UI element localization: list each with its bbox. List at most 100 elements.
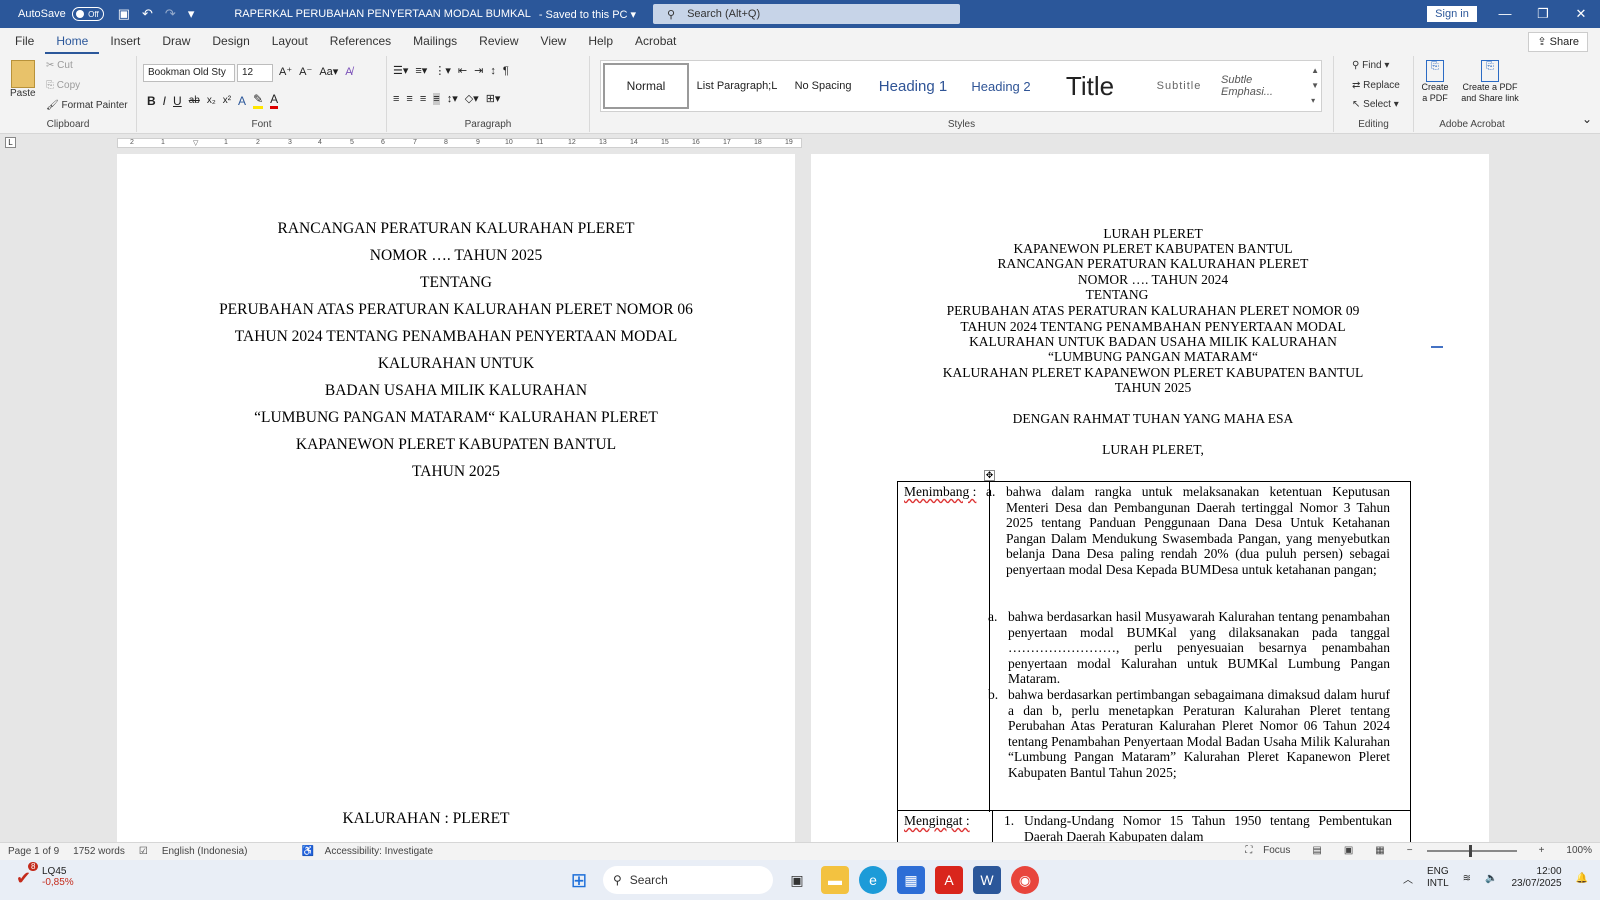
style-subtle-emphasis[interactable]: Subtle Emphasi...: [1221, 63, 1305, 109]
page-2[interactable]: LURAH PLERET KAPANEWON PLERET KABUPATEN …: [811, 154, 1489, 842]
close-icon[interactable]: ✕: [1562, 0, 1600, 28]
tab-mailings[interactable]: Mailings: [402, 28, 468, 54]
share-button[interactable]: ⇪ Share: [1528, 32, 1588, 52]
align-left-icon[interactable]: ≡: [393, 93, 399, 105]
tab-review[interactable]: Review: [468, 28, 529, 54]
page-1[interactable]: RANCANGAN PERATURAN KALURAHAN PLERET NOM…: [117, 154, 795, 842]
save-icon[interactable]: ▣: [118, 6, 130, 22]
taskbar-search[interactable]: ⚲ Search: [603, 866, 773, 894]
style-normal[interactable]: Normal: [603, 63, 689, 109]
subscript-icon[interactable]: x₂: [207, 95, 216, 106]
tab-design[interactable]: Design: [201, 28, 260, 54]
comment-marker[interactable]: [1431, 346, 1443, 348]
word-count[interactable]: 1752 words: [73, 846, 125, 857]
cut-button[interactable]: ✂ Cut: [46, 60, 73, 71]
wifi-icon[interactable]: ≋: [1463, 873, 1471, 884]
ruler-bar[interactable]: 2 1 ▽ 1 2 3 4 5 6 7 8 9 10 11 12 13 14 15 16 17 18 19: [117, 138, 802, 148]
create-share-button[interactable]: ⎘ Create a PDF and Share link: [1454, 60, 1526, 104]
tab-help[interactable]: Help: [577, 28, 624, 54]
justify-icon[interactable]: ≡: [433, 92, 440, 105]
shading-icon[interactable]: ◇▾: [465, 92, 479, 105]
format-painter-button[interactable]: 🖌 Format Painter: [46, 100, 128, 111]
search-box[interactable]: ⚲ Search (Alt+Q): [653, 4, 960, 24]
style-subtitle[interactable]: Subtitle: [1139, 63, 1219, 109]
styles-scroll[interactable]: ▲ ▼ ▾: [1311, 63, 1319, 108]
paste-button[interactable]: Paste: [10, 60, 36, 99]
style-title[interactable]: Title: [1045, 63, 1135, 109]
italic-icon[interactable]: I: [163, 94, 166, 108]
tab-file[interactable]: File: [4, 28, 45, 54]
web-layout-icon[interactable]: ▦: [1375, 845, 1384, 856]
zoom-out-icon[interactable]: −: [1407, 845, 1413, 856]
chrome-icon[interactable]: ◉: [1011, 866, 1039, 894]
tab-references[interactable]: References: [319, 28, 402, 54]
tab-acrobat[interactable]: Acrobat: [624, 28, 687, 54]
file-explorer-icon[interactable]: ▬: [821, 866, 849, 894]
bold-icon[interactable]: B: [147, 94, 156, 108]
change-case-icon[interactable]: Aa▾: [319, 65, 338, 78]
select-button[interactable]: ↖ Select ▾: [1352, 99, 1399, 110]
sign-in-button[interactable]: Sign in: [1427, 6, 1477, 22]
stock-widget[interactable]: ✔ 8 LQ45 -0,85%: [16, 862, 74, 888]
highlight-icon[interactable]: ✎: [253, 92, 264, 109]
font-size-select[interactable]: 12: [237, 64, 273, 82]
task-view-icon[interactable]: ▣: [783, 866, 811, 894]
mengingat-table[interactable]: Mengingat : 1. Undang-Undang Nomor 15 Ta…: [897, 810, 1411, 842]
undo-icon[interactable]: ↶: [142, 6, 153, 22]
zoom-in-icon[interactable]: +: [1539, 845, 1545, 856]
save-status[interactable]: - Saved to this PC ▾: [539, 8, 636, 21]
autosave-toggle[interactable]: Off: [71, 7, 104, 21]
clock[interactable]: 12:00 23/07/2025: [1511, 866, 1561, 890]
customize-qat-icon[interactable]: ▾: [188, 6, 195, 22]
align-center-icon[interactable]: ≡: [406, 93, 412, 105]
accessibility-status[interactable]: ♿ Accessibility: Investigate: [301, 846, 433, 857]
print-layout-icon[interactable]: ▣: [1344, 845, 1353, 856]
redo-icon[interactable]: ↷: [165, 6, 176, 22]
zoom-slider[interactable]: [1426, 844, 1517, 857]
decrease-indent-icon[interactable]: ⇤: [458, 64, 467, 77]
find-button[interactable]: ⚲ Find ▾: [1352, 60, 1389, 71]
font-color-icon[interactable]: A: [270, 92, 279, 109]
notifications-icon[interactable]: 🔔: [1576, 873, 1588, 884]
menimbang-table[interactable]: Menimbang : ✥ a. bahwa dalam rangka untu…: [897, 470, 1411, 812]
grow-font-icon[interactable]: A⁺: [279, 65, 292, 78]
show-marks-icon[interactable]: ¶: [503, 65, 509, 77]
minimize-icon[interactable]: —: [1486, 0, 1524, 28]
tab-draw[interactable]: Draw: [151, 28, 201, 54]
zoom-level[interactable]: 100%: [1566, 845, 1592, 856]
style-no-spacing[interactable]: No Spacing: [783, 63, 863, 109]
bullets-icon[interactable]: ☰▾: [393, 64, 408, 77]
language-indicator[interactable]: ENG INTL: [1427, 866, 1449, 890]
collapse-ribbon-icon[interactable]: ⌄: [1582, 112, 1592, 126]
store-icon[interactable]: ▦: [897, 866, 925, 894]
line-spacing-icon[interactable]: ↕▾: [447, 92, 458, 105]
page-count[interactable]: Page 1 of 9: [8, 846, 59, 857]
shrink-font-icon[interactable]: A⁻: [299, 65, 312, 78]
start-icon[interactable]: ⊞: [565, 866, 593, 894]
read-mode-icon[interactable]: ▤: [1312, 845, 1321, 856]
tab-view[interactable]: View: [530, 28, 578, 54]
restore-icon[interactable]: ❐: [1524, 0, 1562, 28]
focus-button[interactable]: ⛶ Focus: [1245, 845, 1290, 856]
acrobat-icon[interactable]: A: [935, 866, 963, 894]
increase-indent-icon[interactable]: ⇥: [474, 64, 483, 77]
document-area[interactable]: RANCANGAN PERATURAN KALURAHAN PLERET NOM…: [0, 152, 1600, 842]
tab-selector-icon[interactable]: L: [5, 137, 16, 148]
style-heading-2[interactable]: Heading 2: [961, 63, 1041, 109]
tab-layout[interactable]: Layout: [261, 28, 319, 54]
strikethrough-icon[interactable]: ab: [189, 95, 200, 106]
sort-icon[interactable]: ↕: [490, 65, 496, 77]
table-move-handle-icon[interactable]: ✥: [984, 470, 995, 481]
multilevel-list-icon[interactable]: ⋮▾: [434, 64, 451, 77]
borders-icon[interactable]: ⊞▾: [486, 92, 501, 105]
word-icon[interactable]: W: [973, 866, 1001, 894]
replace-button[interactable]: ⇄ Replace: [1352, 80, 1400, 91]
font-name-select[interactable]: Bookman Old Sty: [143, 64, 235, 82]
tab-home[interactable]: Home: [45, 28, 100, 54]
text-effects-icon[interactable]: A: [238, 94, 246, 108]
style-list-paragraph[interactable]: List Paragraph;L: [693, 63, 781, 109]
copy-button[interactable]: ⎘ Copy: [46, 80, 80, 91]
style-heading-1[interactable]: Heading 1: [867, 63, 959, 109]
language-status[interactable]: English (Indonesia): [162, 846, 248, 857]
underline-icon[interactable]: U: [173, 94, 182, 108]
